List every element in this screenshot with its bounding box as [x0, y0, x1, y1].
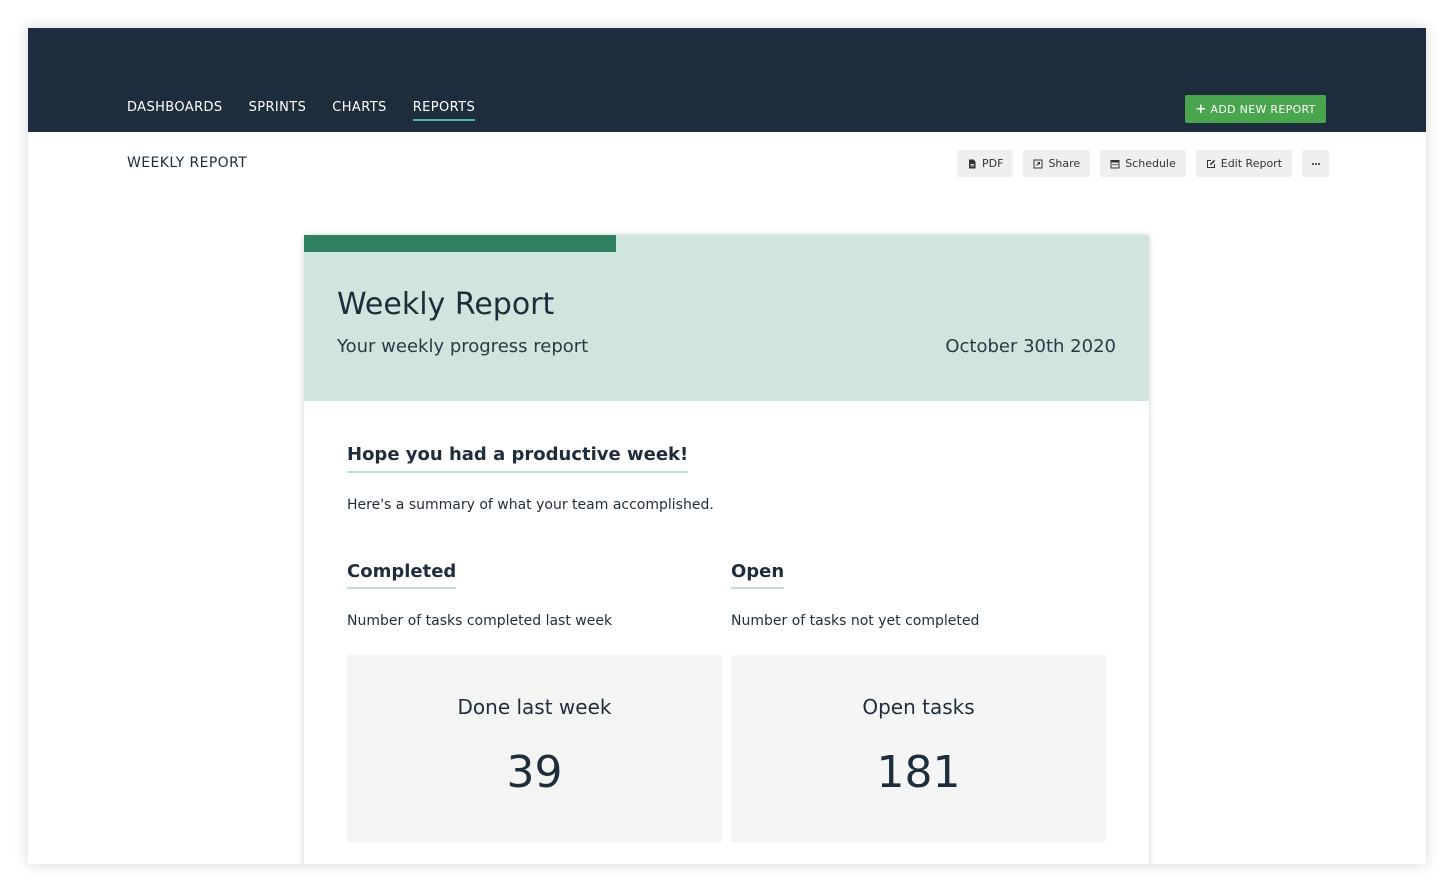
share-button[interactable]: Share [1023, 150, 1091, 177]
edit-report-label: Edit Report [1220, 157, 1283, 170]
report-card: Weekly Report Your weekly progress repor… [304, 235, 1149, 864]
report-progress-bar [304, 235, 616, 252]
pdf-file-icon [969, 159, 976, 168]
completed-stat-value: 39 [506, 747, 563, 798]
page-title: WEEKLY REPORT [127, 155, 248, 171]
report-title: Weekly Report [337, 287, 555, 322]
report-toolbar: PDF Share Schedule Edit Report [957, 150, 1330, 177]
completed-heading: Completed [347, 561, 457, 589]
open-description: Number of tasks not yet completed [731, 613, 980, 629]
schedule-button[interactable]: Schedule [1100, 150, 1186, 177]
share-label: Share [1048, 157, 1081, 170]
main-nav: DASHBOARDS SPRINTS CHARTS REPORTS [127, 100, 476, 121]
edit-report-button[interactable]: Edit Report [1195, 150, 1293, 177]
ellipsis-icon [1311, 162, 1320, 165]
completed-stat-label: Done last week [457, 695, 612, 719]
pdf-button[interactable]: PDF [957, 150, 1014, 177]
completed-stat-box: Done last week 39 [347, 655, 722, 842]
summary-text: Here's a summary of what your team accom… [347, 497, 714, 513]
open-stat-box: Open tasks 181 [731, 655, 1106, 842]
top-navigation-bar: DASHBOARDS SPRINTS CHARTS REPORTS + ADD … [28, 28, 1426, 132]
plus-icon: + [1195, 101, 1207, 117]
open-heading: Open [731, 561, 785, 589]
completed-description: Number of tasks completed last week [347, 613, 613, 629]
report-date: October 30th 2020 [945, 336, 1116, 357]
add-new-report-button[interactable]: + ADD NEW REPORT [1185, 95, 1326, 123]
more-options-button[interactable] [1302, 150, 1330, 177]
schedule-label: Schedule [1125, 157, 1176, 170]
report-subtitle: Your weekly progress report [337, 336, 589, 357]
open-stat-label: Open tasks [862, 695, 975, 719]
app-window: DASHBOARDS SPRINTS CHARTS REPORTS + ADD … [28, 28, 1426, 864]
calendar-icon [1110, 159, 1120, 168]
report-header: Weekly Report Your weekly progress repor… [304, 235, 1149, 401]
open-stat-value: 181 [876, 747, 961, 798]
pdf-label: PDF [982, 157, 1004, 170]
nav-item-charts[interactable]: CHARTS [332, 100, 386, 121]
nav-item-reports[interactable]: REPORTS [412, 100, 476, 121]
add-new-report-label: ADD NEW REPORT [1210, 102, 1316, 116]
nav-item-sprints[interactable]: SPRINTS [249, 100, 307, 121]
share-icon [1033, 159, 1043, 168]
greeting-heading: Hope you had a productive week! [347, 444, 689, 473]
nav-item-dashboards[interactable]: DASHBOARDS [127, 100, 223, 121]
edit-icon [1206, 159, 1215, 168]
